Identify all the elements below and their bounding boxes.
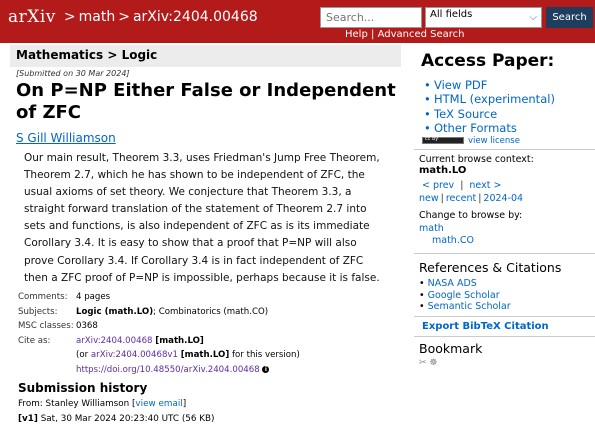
- help-link[interactable]: Help: [345, 29, 368, 40]
- browse-lists: new | recent | 2024-04: [419, 193, 524, 204]
- references-heading: References & Citations: [419, 260, 562, 275]
- cite-version-link[interactable]: arXiv:2404.00468v1: [91, 350, 178, 360]
- breadcrumb-separator: >: [118, 9, 130, 25]
- submission-date: [Submitted on 30 Mar 2024]: [16, 69, 130, 78]
- search-field-select[interactable]: All fields ⌵: [425, 7, 542, 28]
- list-item: • Other Formats: [424, 120, 517, 135]
- submission-history-heading: Submission history: [18, 381, 148, 395]
- subject-heading: Mathematics > Logic: [10, 45, 401, 67]
- access-paper-heading: Access Paper:: [421, 51, 555, 71]
- metadata-table: Comments: 4 pages Subjects: Logic (math.…: [18, 290, 398, 378]
- breadcrumb: arXiv > math > arXiv:2404.00468: [8, 6, 258, 28]
- advanced-search-link[interactable]: Advanced Search: [378, 29, 465, 40]
- search-field-value: All fields: [430, 9, 473, 20]
- breadcrumb-paper-id: arXiv:2404.00468: [132, 9, 258, 25]
- list-item: • HTML (experimental): [424, 92, 555, 107]
- submitter-text: From: Stanley Williamson [: [18, 399, 136, 409]
- cite-version-suffix: for this version): [229, 350, 300, 361]
- version-v1: [v1] Sat, 30 Mar 2024 20:23:40 UTC (56 K…: [18, 414, 214, 424]
- view-email-link[interactable]: view email: [135, 399, 182, 409]
- tex-source-link[interactable]: TeX Source: [434, 107, 497, 121]
- next-link[interactable]: next >: [469, 180, 501, 191]
- submission-from: From: Stanley Williamson [view email]: [18, 399, 187, 409]
- divider: [414, 149, 595, 150]
- breadcrumb-math[interactable]: math: [79, 9, 116, 25]
- header-bar: arXiv > math > arXiv:2404.00468 All fiel…: [0, 0, 595, 43]
- msc-row: MSC classes: 0368: [18, 319, 398, 334]
- list-item: • TeX Source: [424, 106, 498, 121]
- info-icon[interactable]: i: [262, 365, 270, 373]
- browse-math-link[interactable]: math: [419, 223, 444, 234]
- msc-label: MSC classes:: [18, 321, 74, 332]
- divider: [414, 253, 595, 254]
- comments-label: Comments:: [18, 292, 68, 302]
- subjects-row: Subjects: Logic (math.LO); Combinatorics…: [18, 305, 398, 320]
- bookmark-icons: ✂ ☸: [419, 358, 438, 368]
- comments-row: Comments: 4 pages: [18, 290, 398, 305]
- version-date: Sat, 30 Mar 2024 20:23:40 UTC (56 KB): [37, 414, 215, 424]
- cite-label: Cite as:: [18, 335, 51, 346]
- month-link[interactable]: 2024-04: [483, 193, 523, 204]
- chevron-down-icon: ⌵: [529, 12, 537, 23]
- header-links: Help | Advanced Search: [345, 29, 465, 40]
- change-browse-label: Change to browse by:: [419, 210, 523, 221]
- primary-subject: Logic (math.LO): [76, 306, 154, 317]
- search-button[interactable]: Search: [546, 7, 593, 28]
- divider: [414, 316, 595, 317]
- nasa-ads-link[interactable]: NASA ADS: [428, 278, 477, 289]
- google-scholar-link[interactable]: Google Scholar: [428, 290, 500, 301]
- msc-value: 0368: [76, 321, 98, 332]
- list-item: • Semantic Scholar: [419, 301, 511, 313]
- cite-category: [math.LO]: [155, 335, 204, 346]
- export-bibtex-link[interactable]: Export BibTeX Citation: [422, 321, 549, 332]
- search-input[interactable]: [320, 7, 422, 28]
- view-license-link[interactable]: view license: [468, 136, 520, 146]
- browse-nav: < prev | next >: [422, 180, 502, 191]
- list-item: • NASA ADS: [419, 278, 477, 289]
- cite-version-prefix: (or: [76, 350, 91, 361]
- cc-license-icon[interactable]: cc by: [422, 136, 464, 144]
- html-link[interactable]: HTML (experimental): [434, 92, 555, 106]
- divider: [414, 336, 595, 337]
- bookmark-heading: Bookmark: [419, 341, 483, 356]
- comments-value: 4 pages: [76, 292, 111, 302]
- browse-mathco-link[interactable]: math.CO: [432, 235, 474, 246]
- breadcrumb-separator: >: [63, 9, 76, 25]
- cite-version-row: (or arXiv:2404.00468v1 [math.LO] for thi…: [18, 348, 398, 363]
- reddit-icon[interactable]: ☸: [429, 358, 437, 368]
- cite-row: Cite as: arXiv:2404.00468 [math.LO]: [18, 334, 398, 349]
- arxiv-logo[interactable]: arXiv: [8, 7, 56, 27]
- browse-context-label: Current browse context:: [419, 154, 534, 165]
- other-formats-link[interactable]: Other Formats: [434, 121, 517, 135]
- abstract: Our main result, Theorem 3.3, uses Fried…: [24, 152, 380, 284]
- list-item: • View PDF: [424, 78, 488, 92]
- references-list: • NASA ADS • Google Scholar • Semantic S…: [419, 278, 511, 313]
- subjects-label: Subjects:: [18, 306, 58, 317]
- version-label: [v1]: [18, 414, 38, 424]
- browse-context-value: math.LO: [419, 165, 467, 176]
- cite-id-link[interactable]: arXiv:2404.00468: [76, 336, 153, 346]
- prev-link[interactable]: < prev: [422, 180, 454, 191]
- new-link[interactable]: new: [419, 193, 439, 204]
- doi-row: https://doi.org/10.48550/arXiv.2404.0046…: [18, 363, 398, 378]
- license: cc by view license: [422, 136, 520, 146]
- doi-link[interactable]: https://doi.org/10.48550/arXiv.2404.0046…: [76, 365, 260, 375]
- list-item: • Google Scholar: [419, 289, 500, 301]
- cite-version-category: [math.LO]: [180, 350, 230, 361]
- recent-link[interactable]: recent: [446, 193, 476, 204]
- secondary-subjects: ; Combinatorics (math.CO): [153, 306, 269, 317]
- view-pdf-link[interactable]: View PDF: [434, 78, 487, 92]
- bibsonomy-icon[interactable]: ✂: [419, 358, 427, 368]
- semantic-scholar-link[interactable]: Semantic Scholar: [428, 301, 511, 312]
- author-link[interactable]: S Gill Williamson: [16, 131, 116, 145]
- access-paper-list: • View PDF • HTML (experimental) • TeX Sour…: [424, 78, 555, 135]
- paper-title: On P=NP Either False or Independent of Z…: [16, 80, 396, 123]
